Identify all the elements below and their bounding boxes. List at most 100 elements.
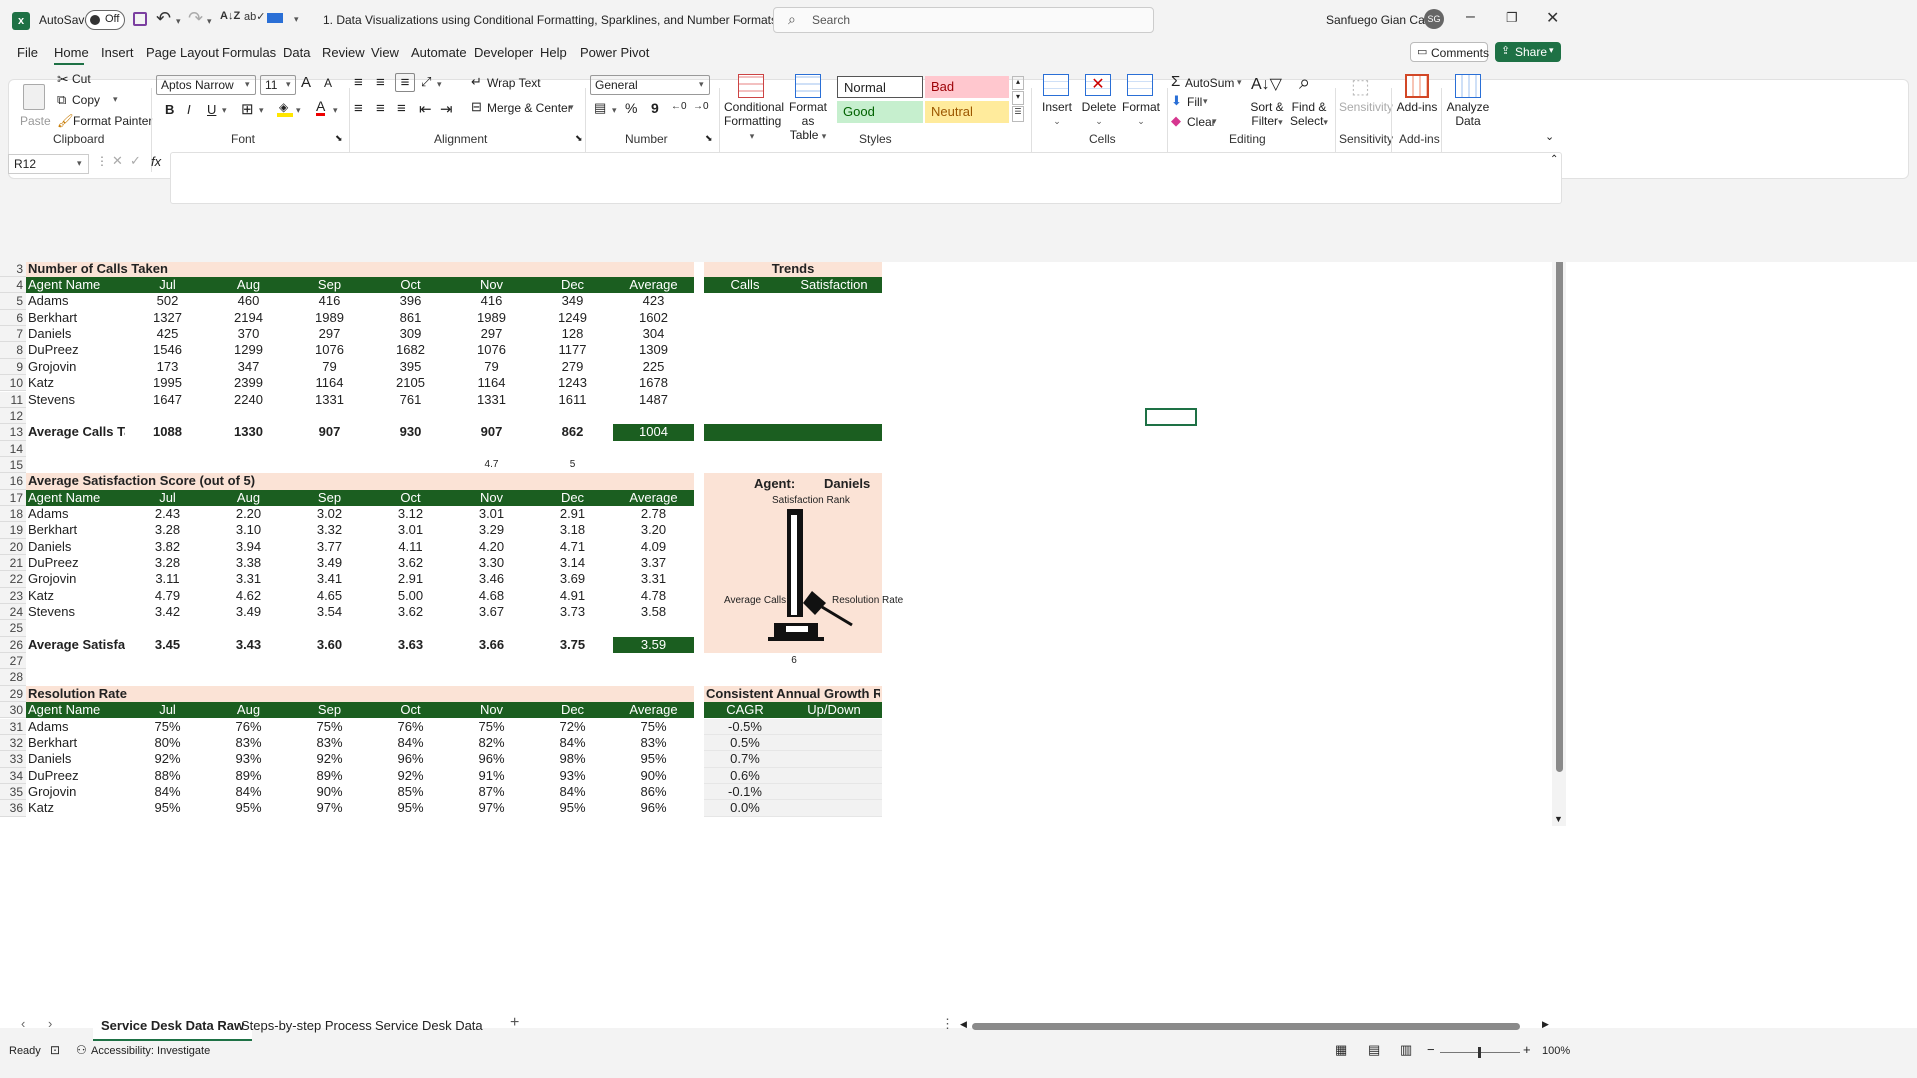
total-value[interactable]: 1330 (210, 424, 287, 440)
value-cell[interactable]: 1487 (615, 392, 692, 408)
value-cell[interactable]: 83% (291, 735, 368, 751)
value-cell[interactable]: 3.77 (291, 539, 368, 555)
undo-icon[interactable]: ↶ (156, 8, 171, 29)
horizontal-scroll-thumb[interactable] (972, 1023, 1520, 1030)
column-label[interactable]: Aug (210, 490, 287, 506)
cagr-value[interactable]: 0.0% (706, 800, 784, 816)
add-sheet-icon[interactable]: + (510, 1014, 519, 1032)
vertical-scrollbar[interactable]: ▲ ▼ (1552, 262, 1566, 826)
increase-decimal-icon[interactable]: ←0 (671, 101, 687, 112)
align-right-icon[interactable]: ≡ (397, 100, 406, 117)
stray-value-f15[interactable]: 4.7 (453, 457, 530, 473)
value-cell[interactable]: 1299 (210, 342, 287, 358)
fill-color-dropdown-icon[interactable]: ▾ (296, 105, 301, 116)
autosave-toggle[interactable]: Off (85, 10, 125, 30)
font-size-select[interactable]: 11 ▾ (260, 75, 296, 95)
stray-value-g15[interactable]: 5 (534, 457, 611, 473)
value-cell[interactable]: 3.67 (453, 604, 530, 620)
value-cell[interactable]: 4.62 (210, 588, 287, 604)
value-cell[interactable]: 1249 (534, 310, 611, 326)
value-cell[interactable]: 2399 (210, 375, 287, 391)
number-format-icon[interactable] (267, 13, 283, 23)
value-cell[interactable]: 395 (372, 359, 449, 375)
value-cell[interactable]: 1331 (291, 392, 368, 408)
borders-dropdown-icon[interactable]: ▾ (259, 105, 264, 116)
sort-az-icon[interactable]: A↓Z (220, 10, 240, 22)
value-cell[interactable]: 3.30 (453, 555, 530, 571)
agent-chart-panel[interactable]: Agent: Daniels Satisfaction Rank Average Ca… (704, 473, 903, 654)
value-cell[interactable]: 3.73 (534, 604, 611, 620)
value-cell[interactable]: 347 (210, 359, 287, 375)
scroll-right-icon[interactable]: ▶ (1542, 1019, 1549, 1030)
agent-name-cell[interactable]: Stevens (28, 392, 125, 408)
value-cell[interactable]: 96% (372, 751, 449, 767)
value-cell[interactable]: 3.31 (210, 571, 287, 587)
value-cell[interactable]: 3.46 (453, 571, 530, 587)
percent-button[interactable]: % (625, 100, 637, 116)
value-cell[interactable]: 3.62 (372, 604, 449, 620)
value-cell[interactable]: 84% (210, 784, 287, 800)
value-cell[interactable]: 1995 (129, 375, 206, 391)
shrink-font-button[interactable]: A (324, 76, 332, 90)
save-icon[interactable] (133, 12, 147, 26)
value-cell[interactable]: 3.58 (615, 604, 692, 620)
value-cell[interactable]: 128 (534, 326, 611, 342)
column-label[interactable]: Nov (453, 277, 530, 293)
title-dropdown-icon[interactable]: ⌄ (736, 14, 744, 25)
next-sheet-icon[interactable]: › (48, 1016, 52, 1031)
value-cell[interactable]: 4.71 (534, 539, 611, 555)
value-cell[interactable]: 1331 (453, 392, 530, 408)
format-painter-button[interactable]: Format Painter (73, 114, 152, 128)
column-label[interactable]: Sep (291, 702, 368, 718)
scroll-left-icon[interactable]: ◀ (960, 1019, 967, 1030)
tab-developer[interactable]: Developer (474, 45, 533, 60)
trends-satisfaction-label[interactable]: Satisfaction (788, 277, 880, 293)
value-cell[interactable]: 95% (129, 800, 206, 816)
undo-dropdown-icon[interactable]: ▾ (176, 16, 181, 27)
value-cell[interactable]: 2.43 (129, 506, 206, 522)
column-label[interactable]: Average (615, 490, 692, 506)
total-value[interactable]: 907 (291, 424, 368, 440)
value-cell[interactable]: 82% (453, 735, 530, 751)
total-value[interactable]: 3.60 (291, 637, 368, 653)
value-cell[interactable]: 84% (372, 735, 449, 751)
value-cell[interactable]: 90% (291, 784, 368, 800)
value-cell[interactable]: 95% (534, 800, 611, 816)
close-icon[interactable]: ✕ (1546, 8, 1559, 28)
value-cell[interactable]: 349 (534, 293, 611, 309)
value-cell[interactable]: 3.20 (615, 522, 692, 538)
share-dropdown-icon[interactable]: ▾ (1549, 45, 1554, 56)
wrap-text-button[interactable]: Wrap Text (487, 76, 541, 90)
alignment-launcher-icon[interactable]: ⬊ (575, 133, 583, 144)
merge-dropdown-icon[interactable]: ▾ (569, 102, 574, 113)
value-cell[interactable]: 3.62 (372, 555, 449, 571)
column-label[interactable]: Average (615, 702, 692, 718)
avatar[interactable]: SG (1424, 9, 1444, 29)
value-cell[interactable]: 75% (453, 719, 530, 735)
value-cell[interactable]: 3.28 (129, 555, 206, 571)
insert-function-button[interactable]: fx (151, 154, 161, 169)
fill-button[interactable]: Fill (1187, 95, 1202, 109)
value-cell[interactable]: 1177 (534, 342, 611, 358)
value-cell[interactable]: 1647 (129, 392, 206, 408)
value-cell[interactable]: 3.37 (615, 555, 692, 571)
cells-area[interactable]: Customer Service Desk Summary ReportNumb… (0, 262, 1917, 1028)
value-cell[interactable]: 1164 (291, 375, 368, 391)
value-cell[interactable]: 2.91 (372, 571, 449, 587)
paste-button[interactable]: Paste (17, 84, 53, 144)
total-value[interactable]: 907 (453, 424, 530, 440)
styles-more-icon[interactable]: ☰ (1012, 106, 1024, 122)
style-bad[interactable]: Bad (925, 76, 1009, 98)
agent-name-cell[interactable]: Grojovin (28, 359, 125, 375)
normal-view-icon[interactable]: ▦ (1335, 1042, 1347, 1058)
confirm-edit-icon[interactable]: ✓ (130, 153, 141, 169)
align-top-icon[interactable]: ≡ (354, 74, 363, 91)
accounting-dropdown-icon[interactable]: ▾ (612, 105, 617, 116)
value-cell[interactable]: 1611 (534, 392, 611, 408)
value-cell[interactable]: 761 (372, 392, 449, 408)
trends-title[interactable]: Trends (706, 262, 880, 277)
agent-name-cell[interactable]: Katz (28, 375, 125, 391)
tab-automate[interactable]: Automate (411, 45, 467, 60)
autosum-dropdown-icon[interactable]: ▾ (1237, 77, 1242, 88)
value-cell[interactable]: 1164 (453, 375, 530, 391)
